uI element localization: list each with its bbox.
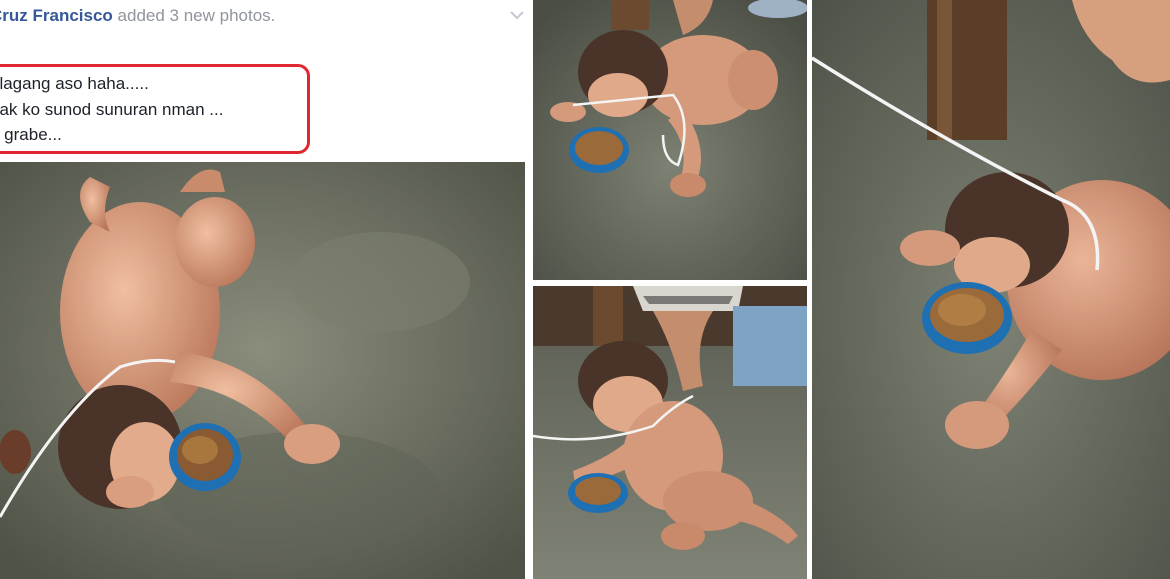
post-action-text: added 3 new photos. (117, 6, 276, 25)
caption-line-1: alagang aso haha..... (0, 74, 149, 93)
photo-main[interactable] (0, 162, 525, 579)
chevron-down-icon[interactable] (508, 8, 526, 22)
post-header: Cruz Francisco added 3 new photos. alaga… (0, 0, 532, 160)
post-author-line: Cruz Francisco added 3 new photos. (0, 6, 275, 26)
photo-right[interactable] (812, 0, 1170, 579)
photo-top[interactable] (533, 0, 807, 280)
caption-line-3: 2 grabe... (0, 125, 62, 144)
author-name-link[interactable]: Cruz Francisco (0, 6, 113, 25)
photo-bottom[interactable] (533, 286, 807, 579)
caption-line-2: nak ko sunod sunuran nman ... (0, 100, 224, 119)
